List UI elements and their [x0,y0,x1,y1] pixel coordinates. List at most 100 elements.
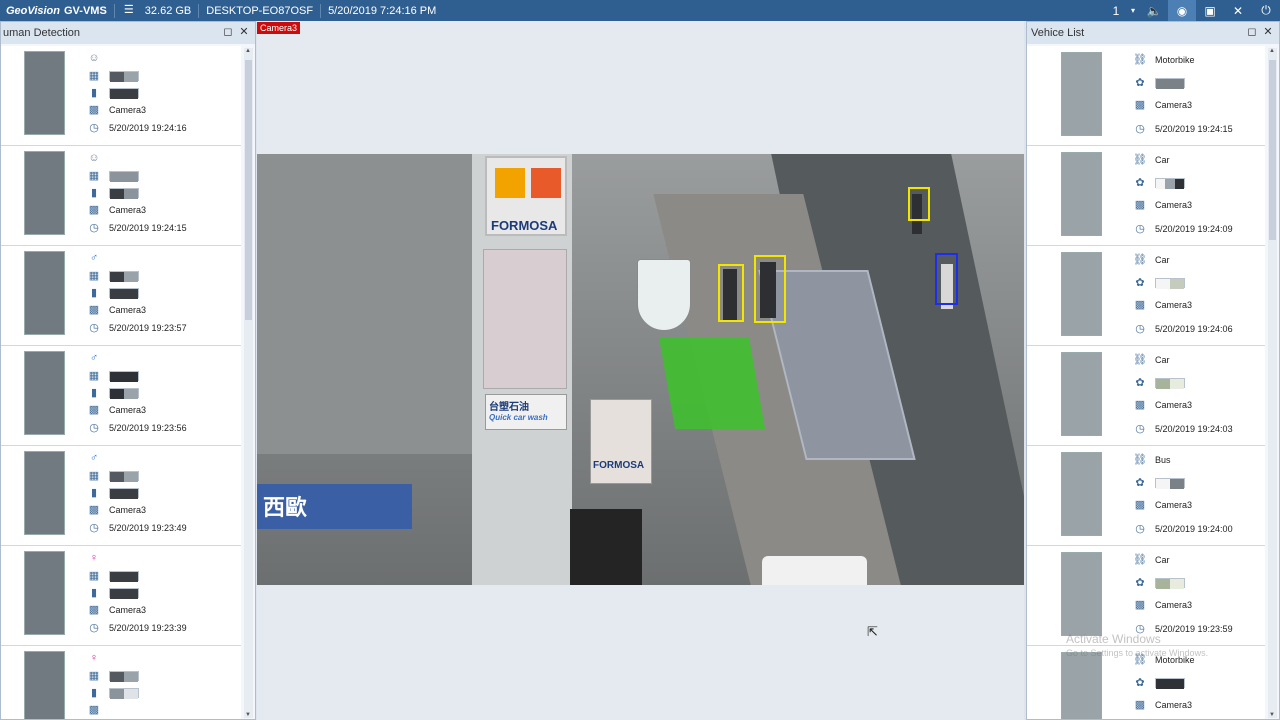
shirt-icon: ▦ [88,469,100,482]
shirt-icon: ▦ [88,369,100,382]
top-colors [109,371,139,382]
datetime: 5/20/2019 7:24:16 PM [328,4,437,17]
camera-row: ▩ Camera3 [1133,199,1192,211]
list-item[interactable]: ⛓ Bus ✿ ▩ Camera3 ◷ 5/20/2019 19:24:00 [1027,446,1265,546]
list-item[interactable]: ☺ ▦ ▮ ▩ Camera3 ◷ 5/20/2019 19:24:15 [1,146,241,246]
detection-time: 5/20/2019 19:24:06 [1155,324,1233,334]
color-swatch [1156,679,1184,689]
bottom-color-row: ▮ [87,87,139,99]
vehicle-thumbnail[interactable] [1061,652,1102,719]
time-row: ◷ 5/20/2019 19:23:49 [87,522,187,534]
bottom-colors [109,88,139,99]
chevron-down-icon[interactable]: ▾ [1126,0,1140,21]
page-number[interactable]: 1 [1106,0,1126,21]
scroll-up-icon[interactable]: ▲ [1269,48,1275,54]
list-item[interactable]: ♀ ▦ ▮ ▩ Camera3 ◷ 5/20/2019 19:23:39 [1,546,241,646]
color-swatch [110,372,138,382]
title-bar: GeoVision GV-VMS ☰ 32.62 GB DESKTOP-EO87… [0,0,1280,21]
eye-icon[interactable]: ◉ [1168,0,1196,21]
person-thumbnail[interactable] [24,51,65,135]
top-colors [109,171,139,182]
gender-row: ♀ [87,552,101,564]
camera-label: Camera3 [257,22,301,34]
type-row: ⛓ Car [1133,554,1170,566]
detection-time: 5/20/2019 19:23:49 [109,523,187,533]
divider [140,4,141,18]
top-color-row: ▦ [87,470,139,482]
scroll-down-icon[interactable]: ▼ [1269,712,1275,718]
watermark-sub: Go to Settings to activate Windows. [1066,648,1209,658]
video-viewport[interactable]: Camera3 FORMOSA FORMOSA 台塑石油 Quick car w… [257,21,1024,720]
female-icon: ♀ [89,551,99,564]
list-item[interactable]: ♂ ▦ ▮ ▩ Camera3 ◷ 5/20/2019 19:23:56 [1,346,241,446]
bottom-colors [109,588,139,599]
volume-icon[interactable]: 🔈 [1140,0,1168,21]
top-color-row: ▦ [87,570,139,582]
list-item[interactable]: ⛓ Motorbike ✿ ▩ Camera3 ◷ 5/20/2019 19:2… [1027,46,1265,146]
tools-icon[interactable]: ✕ [1224,0,1252,21]
vehicle-thumbnail[interactable] [1061,252,1102,336]
camera-row: ▩ Camera3 [87,304,146,316]
list-item[interactable]: ⛓ Car ✿ ▩ Camera3 ◷ 5/20/2019 19:24:06 [1027,246,1265,346]
close-icon[interactable]: ✕ [1261,25,1275,38]
close-icon[interactable]: ✕ [237,25,251,38]
person-thumbnail[interactable] [24,651,65,719]
host-name: DESKTOP-EO87OSF [206,4,314,17]
camera-row: ▩ Camera3 [1133,99,1192,111]
person-thumbnail[interactable] [24,151,65,235]
list-item[interactable]: ⛓ Car ✿ ▩ Camera3 ◷ 5/20/2019 19:23:59 [1027,546,1265,646]
vehicle-type: Motorbike [1155,55,1195,65]
list-item[interactable]: ⛓ Car ✿ ▩ Camera3 ◷ 5/20/2019 19:24:09 [1027,146,1265,246]
list-item[interactable]: ♂ ▦ ▮ ▩ Camera3 ◷ 5/20/2019 19:23:57 [1,246,241,346]
color-swatch [110,589,138,599]
panel-header: Vehice List ◻ ✕ [1027,22,1279,44]
top-color-row: ▦ [87,270,139,282]
person-thumbnail[interactable] [24,451,65,535]
vehicle-thumbnail[interactable] [1061,52,1102,136]
divider [320,3,322,18]
scroll-thumb[interactable] [1269,60,1276,240]
vehicle-thumbnail[interactable] [1061,552,1102,636]
list-item[interactable]: ⛓ Car ✿ ▩ Camera3 ◷ 5/20/2019 19:24:03 [1027,346,1265,446]
detection-time: 5/20/2019 19:23:39 [109,623,187,633]
type-row: ⛓ Car [1133,154,1170,166]
vehicle-thumbnail[interactable] [1061,152,1102,236]
restore-icon[interactable]: ◻ [1245,25,1259,38]
gender-row: ☺ [87,52,101,64]
scrollbar[interactable]: ▲ ▼ [244,48,253,718]
list-item[interactable]: ♂ ▦ ▮ ▩ Camera3 ◷ 5/20/2019 19:23:49 [1,446,241,546]
color-swatch [1156,279,1170,289]
scroll-down-icon[interactable]: ▼ [245,712,251,718]
scrollbar[interactable]: ▲ ▼ [1268,48,1277,718]
camera-feed[interactable]: FORMOSA FORMOSA 台塑石油 Quick car wash 西歐 [257,154,1024,585]
top-color-row: ▦ [87,670,139,682]
human-list[interactable]: ☺ ▦ ▮ ▩ Camera3 ◷ 5/20/2019 19:24:16 ☺ ▦… [1,46,241,719]
time-row: ◷ 5/20/2019 19:24:16 [87,122,186,134]
vehicle-thumbnail[interactable] [1061,452,1102,536]
camera-icon: ▩ [1134,298,1146,311]
group-icon: ☺ [88,151,100,164]
color-swatch [110,672,124,682]
person-thumbnail[interactable] [24,551,65,635]
bottom-color-row: ▮ [87,587,139,599]
time-row: ◷ 5/20/2019 19:23:56 [87,422,186,434]
vehicle-list[interactable]: ⛓ Motorbike ✿ ▩ Camera3 ◷ 5/20/2019 19:2… [1027,46,1265,719]
camera-row: ▩ Camera3 [87,504,146,516]
camera-icon: ▩ [88,303,100,316]
list-item[interactable]: ♀ ▦ ▮ ▩ ◷ [1,646,241,719]
poster [483,249,567,389]
save-icon[interactable]: ▣ [1196,0,1224,21]
scroll-thumb[interactable] [245,60,252,320]
power-icon[interactable]: ⏻ [1252,0,1280,21]
restore-icon[interactable]: ◻ [221,25,235,38]
shirt-icon: ▦ [88,269,100,282]
person-thumbnail[interactable] [24,251,65,335]
person-thumbnail[interactable] [24,351,65,435]
list-item[interactable]: ☺ ▦ ▮ ▩ Camera3 ◷ 5/20/2019 19:24:16 [1,46,241,146]
vehicle-thumbnail[interactable] [1061,352,1102,436]
camera-icon: ▩ [1134,198,1146,211]
scroll-up-icon[interactable]: ▲ [245,48,251,54]
vehicle-type: Car [1155,255,1170,265]
top-color-row: ▦ [87,370,139,382]
clock-icon: ◷ [89,321,99,334]
